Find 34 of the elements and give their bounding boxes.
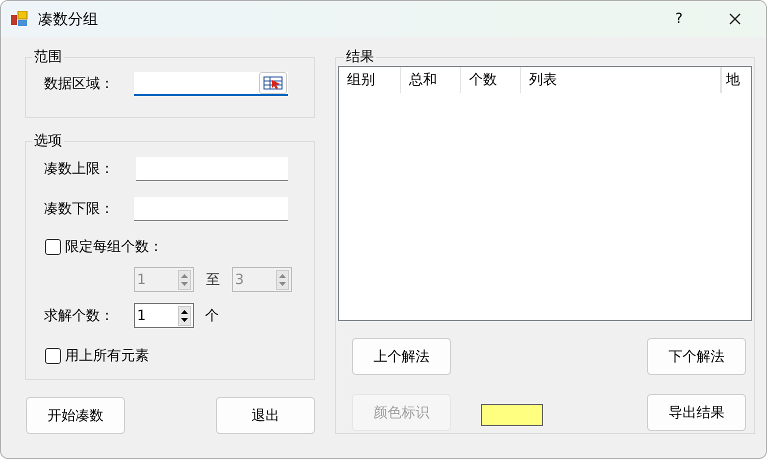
column-header[interactable]: 列表 <box>521 67 721 93</box>
app-icon <box>11 11 28 27</box>
color-swatch[interactable] <box>481 404 543 426</box>
group-title: 选项 <box>33 132 63 150</box>
unit-label: 个 <box>205 306 219 324</box>
field-label: 凑数上限： <box>44 160 115 178</box>
range-field[interactable] <box>134 72 288 96</box>
column-header[interactable]: 地 <box>721 67 751 93</box>
results-list[interactable]: 组别 总和 个数 列表 地 <box>338 66 752 321</box>
previous-solution-button[interactable]: 上个解法 <box>352 338 451 375</box>
range-separator: 至 <box>206 270 220 288</box>
limit-checkbox[interactable]: 限定每组个数： <box>45 238 314 256</box>
field-label: 求解个数： <box>44 306 115 324</box>
column-header[interactable]: 个数 <box>461 67 521 93</box>
field-label: 数据区域： <box>44 75 115 93</box>
column-header[interactable]: 总和 <box>401 67 461 93</box>
use-all-checkbox[interactable]: 用上所有元素 <box>45 347 314 365</box>
cell-picker-icon <box>263 76 283 90</box>
solutions-spinner[interactable]: 1 <box>134 303 194 328</box>
range-picker-button[interactable] <box>259 72 287 94</box>
group-title: 结果 <box>345 48 375 66</box>
dialog-button[interactable]: 退出 <box>216 397 315 434</box>
spin-arrows-icon[interactable] <box>178 306 191 326</box>
help-button[interactable]: ? <box>654 1 704 37</box>
export-results-button[interactable]: 导出结果 <box>647 394 746 431</box>
group-title: 范围 <box>33 48 63 66</box>
dialog-button[interactable]: 开始凑数 <box>26 397 125 434</box>
close-icon <box>729 13 741 25</box>
next-solution-button[interactable]: 下个解法 <box>647 338 746 375</box>
lower-limit-field[interactable] <box>134 197 288 221</box>
upper-limit-field[interactable] <box>136 157 288 181</box>
column-header[interactable]: 组别 <box>339 67 401 93</box>
field-label: 凑数下限： <box>44 200 115 218</box>
window-title: 凑数分组 <box>38 10 98 28</box>
